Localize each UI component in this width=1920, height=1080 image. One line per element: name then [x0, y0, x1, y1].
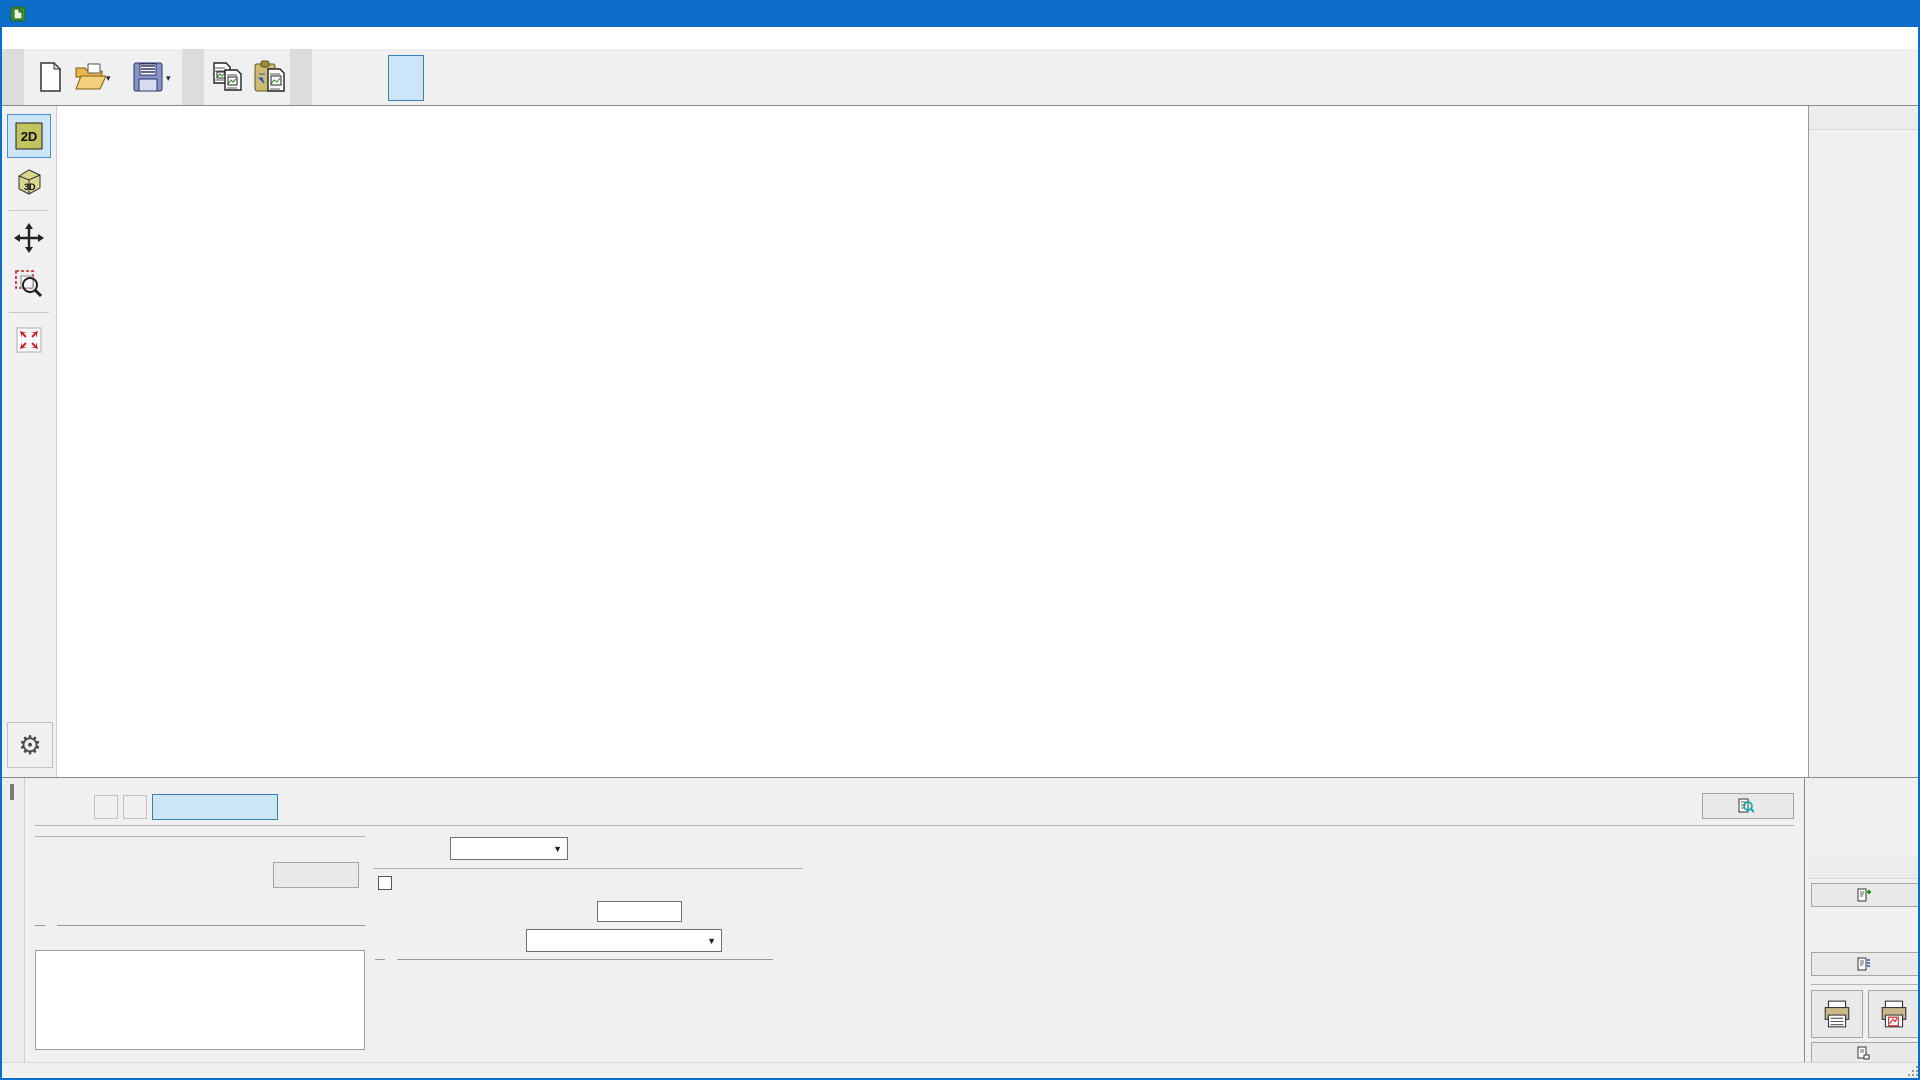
zoom-window-icon — [13, 268, 45, 300]
save-button[interactable] — [128, 57, 168, 97]
gear-icon: ⚙ — [18, 730, 41, 761]
verification-select[interactable]: ▼ — [450, 837, 568, 860]
status-bar — [2, 1062, 1920, 1078]
chevron-down-icon: ▼ — [707, 936, 716, 946]
menubar — [2, 27, 1918, 49]
copy-view-button[interactable] — [1811, 1042, 1920, 1064]
copy-icon — [211, 60, 245, 94]
2d-icon: 2D — [14, 121, 44, 151]
file-group-strip — [2, 49, 24, 105]
information-box — [35, 950, 365, 1050]
print-button[interactable] — [1811, 990, 1863, 1038]
open-dropdown-arrow[interactable]: ▾ — [106, 73, 111, 84]
view-2d-button[interactable]: 2D — [7, 114, 51, 158]
fit-view-button[interactable] — [7, 318, 51, 362]
separator — [35, 836, 365, 837]
copy-view-icon — [1857, 1046, 1871, 1060]
maximize-button[interactable] — [1826, 0, 1872, 27]
zoom-window-button[interactable] — [7, 262, 51, 306]
add-picture-icon — [1857, 888, 1871, 902]
pan-tool-button[interactable] — [7, 216, 51, 260]
paste-icon — [252, 60, 288, 94]
normal-force-select[interactable]: ▼ — [526, 929, 722, 952]
panel-collapse-handle[interactable] — [10, 784, 14, 800]
paste-picture-button[interactable] — [250, 57, 290, 97]
stage-group-strip — [290, 49, 312, 105]
in-detail-button[interactable] — [1702, 793, 1794, 819]
frames-list — [1809, 130, 1920, 136]
svg-text:2D: 2D — [21, 129, 38, 144]
add-stage-button[interactable] — [318, 52, 340, 74]
list-of-pictures-icon — [1857, 957, 1871, 971]
app-window: ▾ ▾ — [0, 0, 1920, 1080]
information-group-legend — [35, 925, 365, 926]
list-of-pictures-button[interactable] — [1811, 952, 1920, 976]
3d-icon: 3D — [13, 166, 45, 198]
print-picture-button[interactable] — [1868, 990, 1920, 1038]
open-folder-icon — [74, 62, 106, 92]
charts-svg — [57, 106, 1808, 777]
app-icon — [10, 6, 26, 22]
frames-panel-header — [1809, 106, 1920, 130]
separator — [1811, 984, 1920, 985]
separator — [9, 210, 49, 211]
new-file-button[interactable] — [30, 57, 70, 97]
stage-2-button[interactable] — [388, 55, 424, 101]
svg-text:3D: 3D — [24, 182, 36, 192]
fit-view-icon — [14, 325, 44, 355]
add-analysis-button[interactable] — [94, 795, 118, 819]
separator — [9, 312, 49, 313]
toolbar: ▾ ▾ — [2, 49, 1918, 106]
printer-picture-icon — [1879, 999, 1909, 1029]
results-group-legend — [375, 959, 773, 960]
stage-1-button[interactable] — [350, 59, 380, 95]
remove-stage-button[interactable] — [318, 78, 340, 100]
remove-analysis-button[interactable] — [123, 795, 147, 819]
dimensioning-panel: ▼ ▼ — [2, 777, 1920, 1062]
edit-stage-button[interactable] — [273, 862, 359, 888]
view-3d-button[interactable]: 3D — [7, 160, 51, 204]
edit-group-strip — [182, 49, 204, 105]
outputs-panel-header — [1808, 856, 1920, 879]
add-picture-button[interactable] — [1811, 883, 1920, 907]
check-cross-section-checkbox[interactable] — [378, 876, 392, 890]
printer-icon — [1822, 999, 1852, 1029]
pan-icon — [13, 222, 45, 254]
minimize-button[interactable] — [1780, 0, 1826, 27]
copy-picture-button[interactable] — [208, 57, 248, 97]
save-icon — [132, 61, 164, 93]
chart-canvas — [57, 106, 1808, 777]
separator — [35, 825, 1794, 826]
view-toolbar: 2D 3D — [2, 106, 57, 777]
frames-panel — [1808, 106, 1920, 777]
separator — [373, 868, 803, 869]
chevron-down-icon: ▼ — [553, 844, 562, 854]
in-detail-icon — [1738, 798, 1754, 814]
outputs-panel — [1808, 856, 1920, 1063]
close-button[interactable] — [1872, 0, 1918, 27]
reduct-coefficient-input[interactable] — [597, 901, 682, 922]
titlebar — [2, 0, 1918, 27]
new-file-icon — [36, 61, 64, 93]
resize-grip[interactable] — [1907, 1065, 1920, 1078]
settings-gear-button[interactable]: ⚙ — [7, 722, 53, 768]
open-file-button[interactable] — [70, 57, 110, 97]
separator — [1804, 778, 1805, 1063]
save-dropdown-arrow[interactable]: ▾ — [166, 73, 171, 84]
panel-side-tab[interactable] — [2, 778, 25, 1062]
analysis-tab-chip[interactable] — [152, 794, 278, 820]
